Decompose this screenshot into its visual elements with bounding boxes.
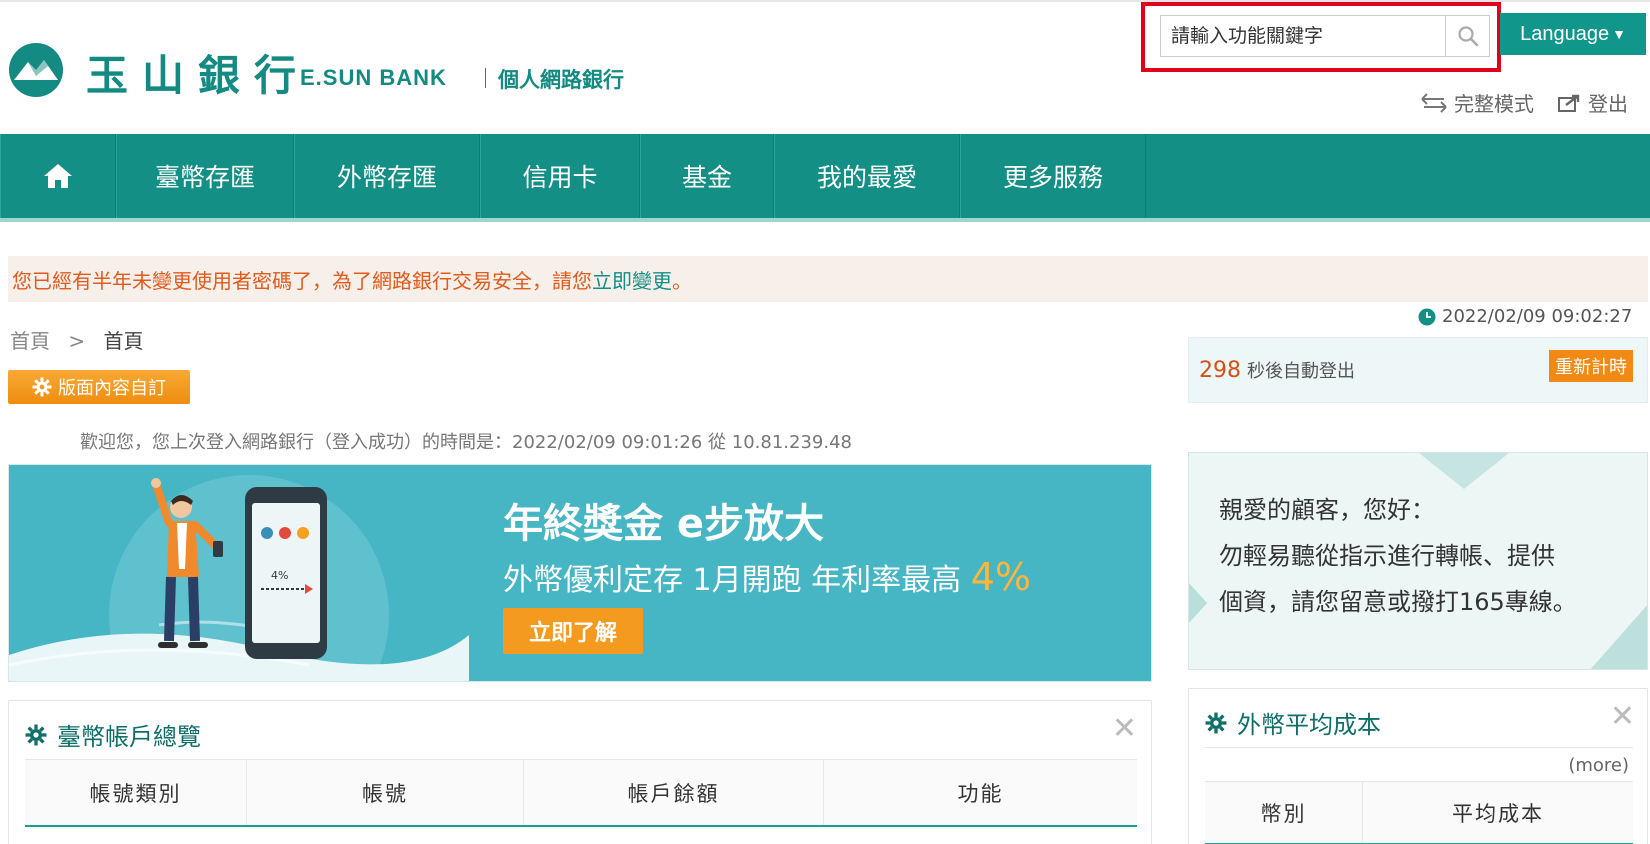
banner-illustration: 4% [9, 475, 469, 681]
change-password-link[interactable]: 立即變更 [592, 265, 672, 294]
notice-text: 親愛的顧客，您好： 勿輕易聽從指示進行轉帳、提供 個資，請您留意或撥打165專線… [1219, 487, 1577, 625]
logo-divider [485, 68, 486, 88]
promo-banner[interactable]: 4% 年終獎金 e步放大 外幣優利定存 1月開跑 年利率最高 4% 立即了解 [8, 464, 1152, 682]
language-label: Language [1520, 22, 1610, 45]
fx-average-cost-panel: 外幣平均成本 ✕ (more) 幣別 平均成本 [1188, 688, 1648, 844]
nav-favorites[interactable]: 我的最愛 [774, 134, 960, 218]
reset-timer-button[interactable]: 重新計時 [1549, 350, 1633, 382]
header: 玉山銀行 E.SUN BANK 個人網路銀行 Language ▼ 完整模式 登… [0, 0, 1650, 134]
gear-icon[interactable] [1205, 712, 1227, 734]
close-icon[interactable]: ✕ [1610, 699, 1635, 734]
main-nav: 臺幣存匯 外幣存匯 信用卡 基金 我的最愛 更多服務 [0, 134, 1650, 222]
breadcrumb-separator: > [68, 329, 86, 353]
column-header: 帳號 [247, 760, 524, 825]
fx-panel-title-text: 外幣平均成本 [1237, 711, 1381, 739]
twd-panel-title-text: 臺幣帳戶總覽 [57, 723, 201, 751]
swap-arrows-icon [1421, 92, 1447, 113]
search-icon [1457, 26, 1478, 47]
full-mode-link[interactable]: 完整模式 [1420, 88, 1534, 117]
alert-text: 您已經有半年未變更使用者密碼了，為了網路銀行交易安全，請您 [12, 268, 592, 293]
nav-fund[interactable]: 基金 [640, 134, 774, 218]
session-text: 秒後自動登出 [1247, 361, 1355, 382]
gear-icon[interactable] [25, 724, 47, 746]
customize-layout-button[interactable]: 版面內容自訂 [8, 370, 190, 404]
current-time: 2022/02/09 09:02:27 [1418, 306, 1632, 327]
column-header: 平均成本 [1452, 801, 1544, 826]
home-icon [44, 164, 72, 188]
logout-link[interactable]: 登出 [1558, 88, 1628, 117]
search-input[interactable] [1161, 16, 1445, 56]
logout-icon [1558, 94, 1580, 112]
notice-line-1: 親愛的顧客，您好： [1219, 496, 1435, 524]
full-mode-label: 完整模式 [1454, 92, 1534, 116]
fx-panel-divider [1205, 747, 1633, 748]
search-button[interactable] [1445, 16, 1489, 56]
clock-icon [1418, 308, 1436, 325]
fraud-notice: 親愛的顧客，您好： 勿輕易聽從指示進行轉帳、提供 個資，請您留意或撥打165專線… [1188, 452, 1648, 670]
caret-down-icon: ▼ [1612, 26, 1626, 42]
banner-subtitle: 外幣優利定存 1月開跑 年利率最高 4% [503, 555, 1031, 599]
breadcrumb-current: 首頁 [103, 329, 144, 353]
nav-more-services[interactable]: 更多服務 [960, 134, 1146, 218]
logo-english-name: E.SUN BANK [300, 65, 447, 90]
column-header: 帳戶餘額 [524, 760, 824, 825]
logo-chinese-name[interactable]: 玉山銀行 [86, 42, 310, 103]
session-timer: 298 秒後自動登出 重新計時 [1188, 337, 1648, 403]
twd-account-panel: 臺幣帳戶總覽 ✕ 帳號類別 帳號 帳戶餘額 功能 [8, 700, 1152, 844]
learn-more-button[interactable]: 立即了解 [503, 608, 643, 654]
nav-twd-deposit[interactable]: 臺幣存匯 [116, 134, 294, 218]
esun-logo-icon[interactable] [8, 42, 64, 98]
session-seconds: 298 [1199, 357, 1241, 383]
fx-panel-title: 外幣平均成本 [1205, 705, 1381, 740]
welcome-message: 歡迎您，您上次登入網路銀行（登入成功）的時間是：2022/02/09 09:01… [80, 432, 852, 453]
twd-table-header: 帳號類別 帳號 帳戶餘額 功能 [25, 759, 1137, 827]
logout-label: 登出 [1588, 92, 1628, 116]
language-button[interactable]: Language ▼ [1500, 13, 1646, 55]
current-time-text: 2022/02/09 09:02:27 [1442, 306, 1633, 327]
nav-home[interactable] [0, 134, 116, 218]
banner-subtitle-text: 外幣優利定存 1月開跑 年利率最高 [503, 563, 971, 598]
nav-fx-deposit[interactable]: 外幣存匯 [294, 134, 480, 218]
column-header: 幣別 [1205, 782, 1363, 843]
search-box [1160, 15, 1490, 57]
column-header: 功能 [957, 781, 1004, 806]
password-alert: 您已經有半年未變更使用者密碼了，為了網路銀行交易安全，請您 立即變更。 [8, 256, 1648, 302]
logo-subtitle: 個人網路銀行 [498, 68, 624, 92]
breadcrumb-home[interactable]: 首頁 [10, 329, 50, 353]
notice-line-3: 個資，請您留意或撥打165專線。 [1219, 588, 1577, 616]
breadcrumb: 首頁 > 首頁 [10, 325, 143, 354]
notice-line-2: 勿輕易聽從指示進行轉帳、提供 [1219, 542, 1555, 570]
banner-title: 年終獎金 e步放大 [503, 501, 825, 547]
banner-rate: 4% [970, 555, 1031, 599]
twd-panel-title: 臺幣帳戶總覽 [25, 717, 201, 752]
column-header: 帳號類別 [25, 760, 247, 825]
phone-rate-label: 4% [271, 569, 288, 582]
nav-credit-card[interactable]: 信用卡 [480, 134, 640, 218]
gear-icon [32, 377, 52, 397]
more-link[interactable]: (more) [1568, 755, 1629, 776]
customize-layout-label: 版面內容自訂 [58, 378, 166, 399]
fx-table-header: 幣別 平均成本 [1205, 781, 1633, 844]
close-icon[interactable]: ✕ [1112, 711, 1137, 746]
alert-end: 。 [672, 268, 692, 293]
